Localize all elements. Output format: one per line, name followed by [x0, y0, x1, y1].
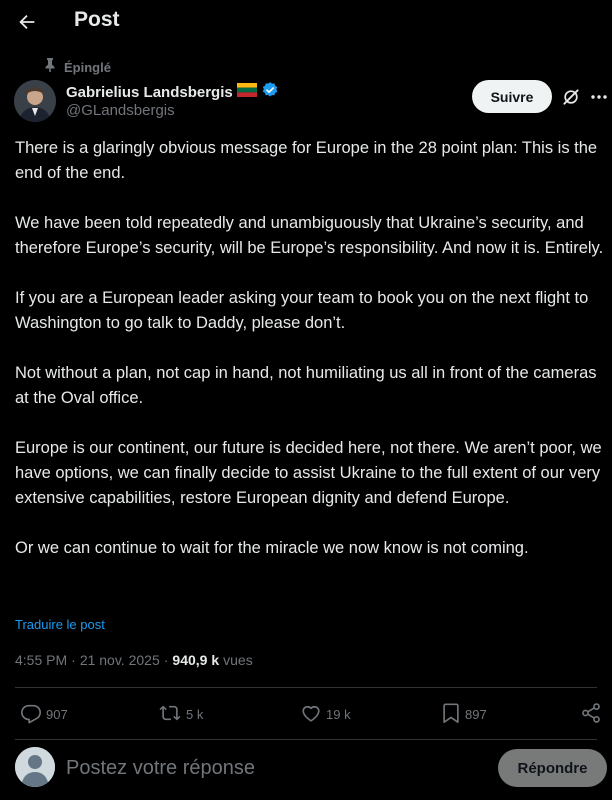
post-paragraph: If you are a European leader asking your… [15, 289, 589, 332]
verified-badge-icon [261, 81, 279, 104]
divider [15, 687, 597, 688]
post-meta: 4:55 PM · 21 nov. 2025 · 940,9 k vues [15, 652, 253, 668]
views-label: vues [223, 652, 253, 668]
post-time[interactable]: 4:55 PM [15, 652, 67, 668]
bookmark-icon [441, 702, 461, 727]
lithuania-flag-icon [236, 83, 257, 102]
bookmark-count: 897 [465, 706, 487, 722]
action-bar: 907 5 k 19 k 897 [0, 700, 612, 728]
pin-icon [44, 57, 56, 77]
author-handle[interactable]: @GLandsbergis [66, 102, 175, 119]
pinned-label: Épinglé [64, 59, 111, 75]
user-avatar[interactable] [15, 747, 55, 787]
like-action[interactable]: 19 k [300, 700, 351, 728]
back-arrow-icon[interactable] [14, 9, 40, 35]
reply-action[interactable]: 907 [20, 700, 68, 728]
heart-icon [300, 702, 322, 727]
more-options-icon[interactable] [586, 84, 612, 110]
author-name-row: Gabrielius Landsbergis [66, 81, 279, 104]
bookmark-action[interactable]: 897 [441, 700, 487, 728]
like-count: 19 k [326, 706, 351, 722]
post-paragraph: Europe is our continent, our future is d… [15, 439, 602, 507]
reply-icon [20, 702, 42, 727]
reply-composer: Répondre [0, 745, 612, 795]
meta-separator: · [71, 652, 76, 668]
reply-input[interactable] [66, 753, 476, 783]
post-paragraph: We have been told repeatedly and unambig… [15, 214, 604, 257]
translate-post-link[interactable]: Traduire le post [15, 617, 105, 632]
post-paragraph: There is a glaringly obvious message for… [15, 139, 598, 182]
post-paragraph: Not without a plan, not cap in hand, not… [15, 364, 597, 407]
post-date[interactable]: 21 nov. 2025 [80, 652, 160, 668]
pinned-indicator: Épinglé [44, 57, 111, 77]
meta-separator: · [163, 652, 169, 668]
post-text: There is a glaringly obvious message for… [15, 136, 607, 561]
page-title: Post [74, 8, 120, 31]
share-action[interactable] [580, 700, 602, 728]
share-icon [580, 702, 602, 727]
post-paragraph: Or we can continue to wait for the mirac… [15, 539, 529, 557]
grok-icon[interactable] [558, 84, 584, 110]
author-avatar[interactable] [14, 80, 56, 122]
views-count: 940,9 k [172, 652, 220, 668]
top-bar: Post [0, 0, 612, 44]
divider [15, 739, 597, 740]
repost-action[interactable]: 5 k [158, 700, 203, 728]
reply-count: 907 [46, 706, 68, 722]
reply-submit-button[interactable]: Répondre [498, 749, 607, 787]
repost-icon [158, 702, 182, 727]
follow-button[interactable]: Suivre [472, 80, 552, 113]
repost-count: 5 k [186, 706, 204, 722]
author-display-name[interactable]: Gabrielius Landsbergis [66, 84, 233, 101]
